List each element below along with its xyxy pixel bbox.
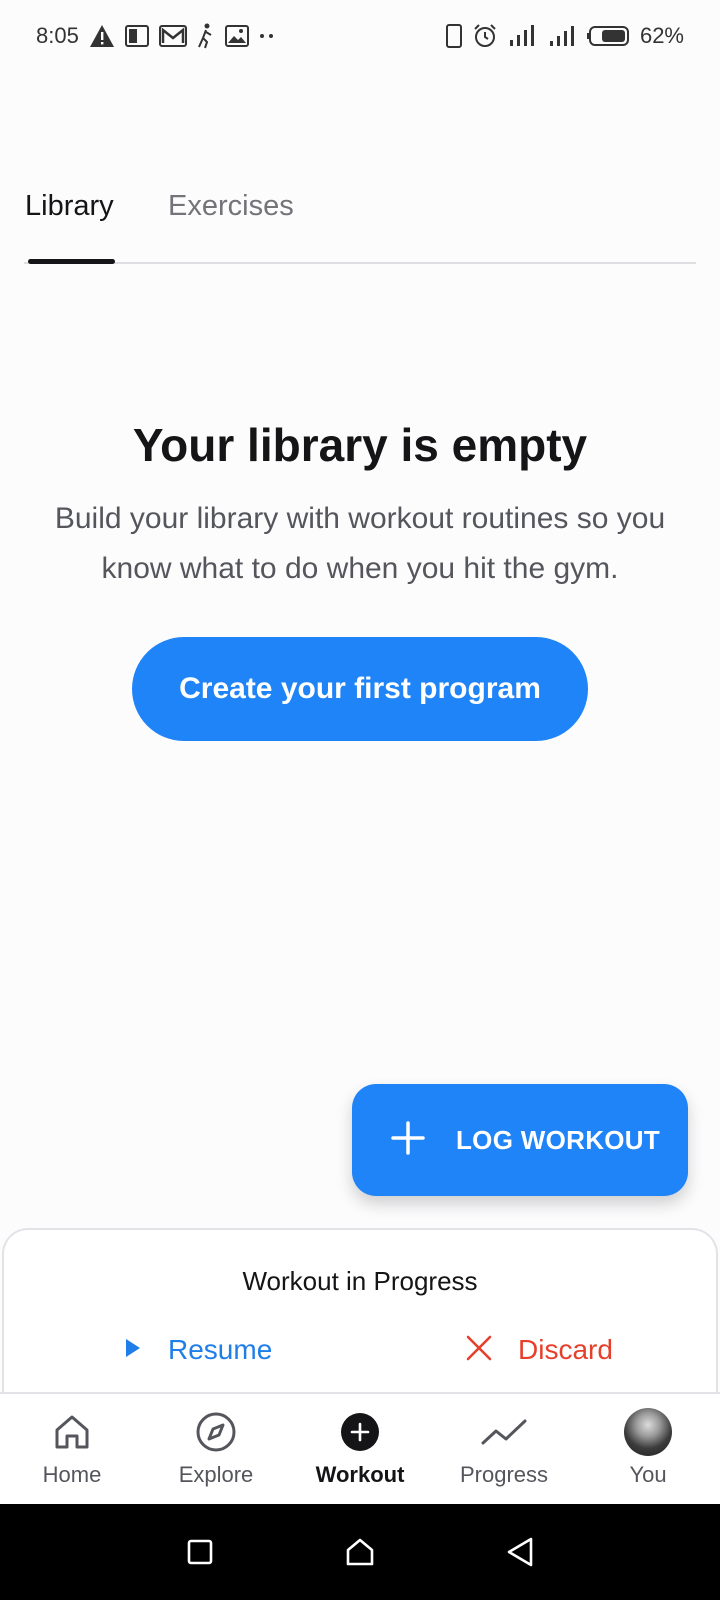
workout-in-progress-sheet: Workout in Progress Resume Discard [2,1228,718,1392]
workout-in-progress-title: Workout in Progress [242,1266,478,1296]
status-left: 8:05 [36,23,275,49]
nav-item-explore[interactable]: Explore [144,1394,288,1504]
avatar-wrapper [624,1408,672,1456]
walking-icon [197,23,215,49]
image-icon [224,25,249,47]
system-navigation-bar [0,1504,720,1600]
active-tab-indicator [28,259,115,264]
status-time: 8:05 [36,23,79,48]
battery-icon [586,25,630,47]
nav-label-explore: Explore [178,1462,254,1487]
phone-icon [445,24,462,48]
nav-item-progress[interactable]: Progress [432,1394,576,1504]
signal-icon [508,24,538,48]
discard-label: Discard [518,1334,613,1365]
library-tabs: Library Exercises [24,180,696,264]
signal-icon [548,24,576,48]
empty-state-description: Build your library with workout routines… [54,502,666,585]
status-bar: 8:05 62% [0,0,720,72]
tab-exercises[interactable]: Exercises [168,190,294,223]
resume-button[interactable]: Resume [124,1326,272,1374]
compass-icon [195,1410,237,1454]
nav-item-you[interactable]: You [576,1394,720,1504]
nav-label-home: Home [42,1462,102,1487]
nav-item-workout[interactable]: Workout [288,1394,432,1504]
trend-line-icon [481,1410,527,1454]
log-workout-label: LOG WORKOUT [456,1124,661,1155]
home-icon [52,1410,92,1454]
resume-label: Resume [168,1334,273,1365]
tab-library[interactable]: Library [25,190,114,223]
nav-label-workout: Workout [315,1462,405,1487]
play-icon [124,1337,142,1364]
avatar [624,1408,672,1456]
mail-icon [158,25,187,47]
close-icon [466,1335,492,1366]
log-workout-button[interactable]: LOG WORKOUT [352,1084,688,1196]
system-home-button[interactable] [338,1530,382,1574]
system-back-button[interactable] [498,1530,542,1574]
bottom-navigation: Home Explore Workout Progress You [0,1392,720,1504]
nav-label-progress: Progress [459,1462,549,1487]
battery-percent: 62% [639,23,684,48]
discard-button[interactable]: Discard [466,1326,613,1374]
alarm-icon [472,23,498,49]
empty-state-title: Your library is empty [132,419,588,471]
nav-label-you: You [629,1462,667,1487]
warning-icon [89,24,115,48]
status-right: 62% [445,23,684,49]
plus-icon [390,1120,426,1161]
add-circle-icon [340,1410,380,1454]
nav-item-home[interactable]: Home [0,1394,144,1504]
pdf-icon [124,25,149,47]
more-dots-icon [259,33,275,39]
recent-apps-button[interactable] [178,1530,222,1574]
create-program-button[interactable]: Create your first program [132,637,588,741]
